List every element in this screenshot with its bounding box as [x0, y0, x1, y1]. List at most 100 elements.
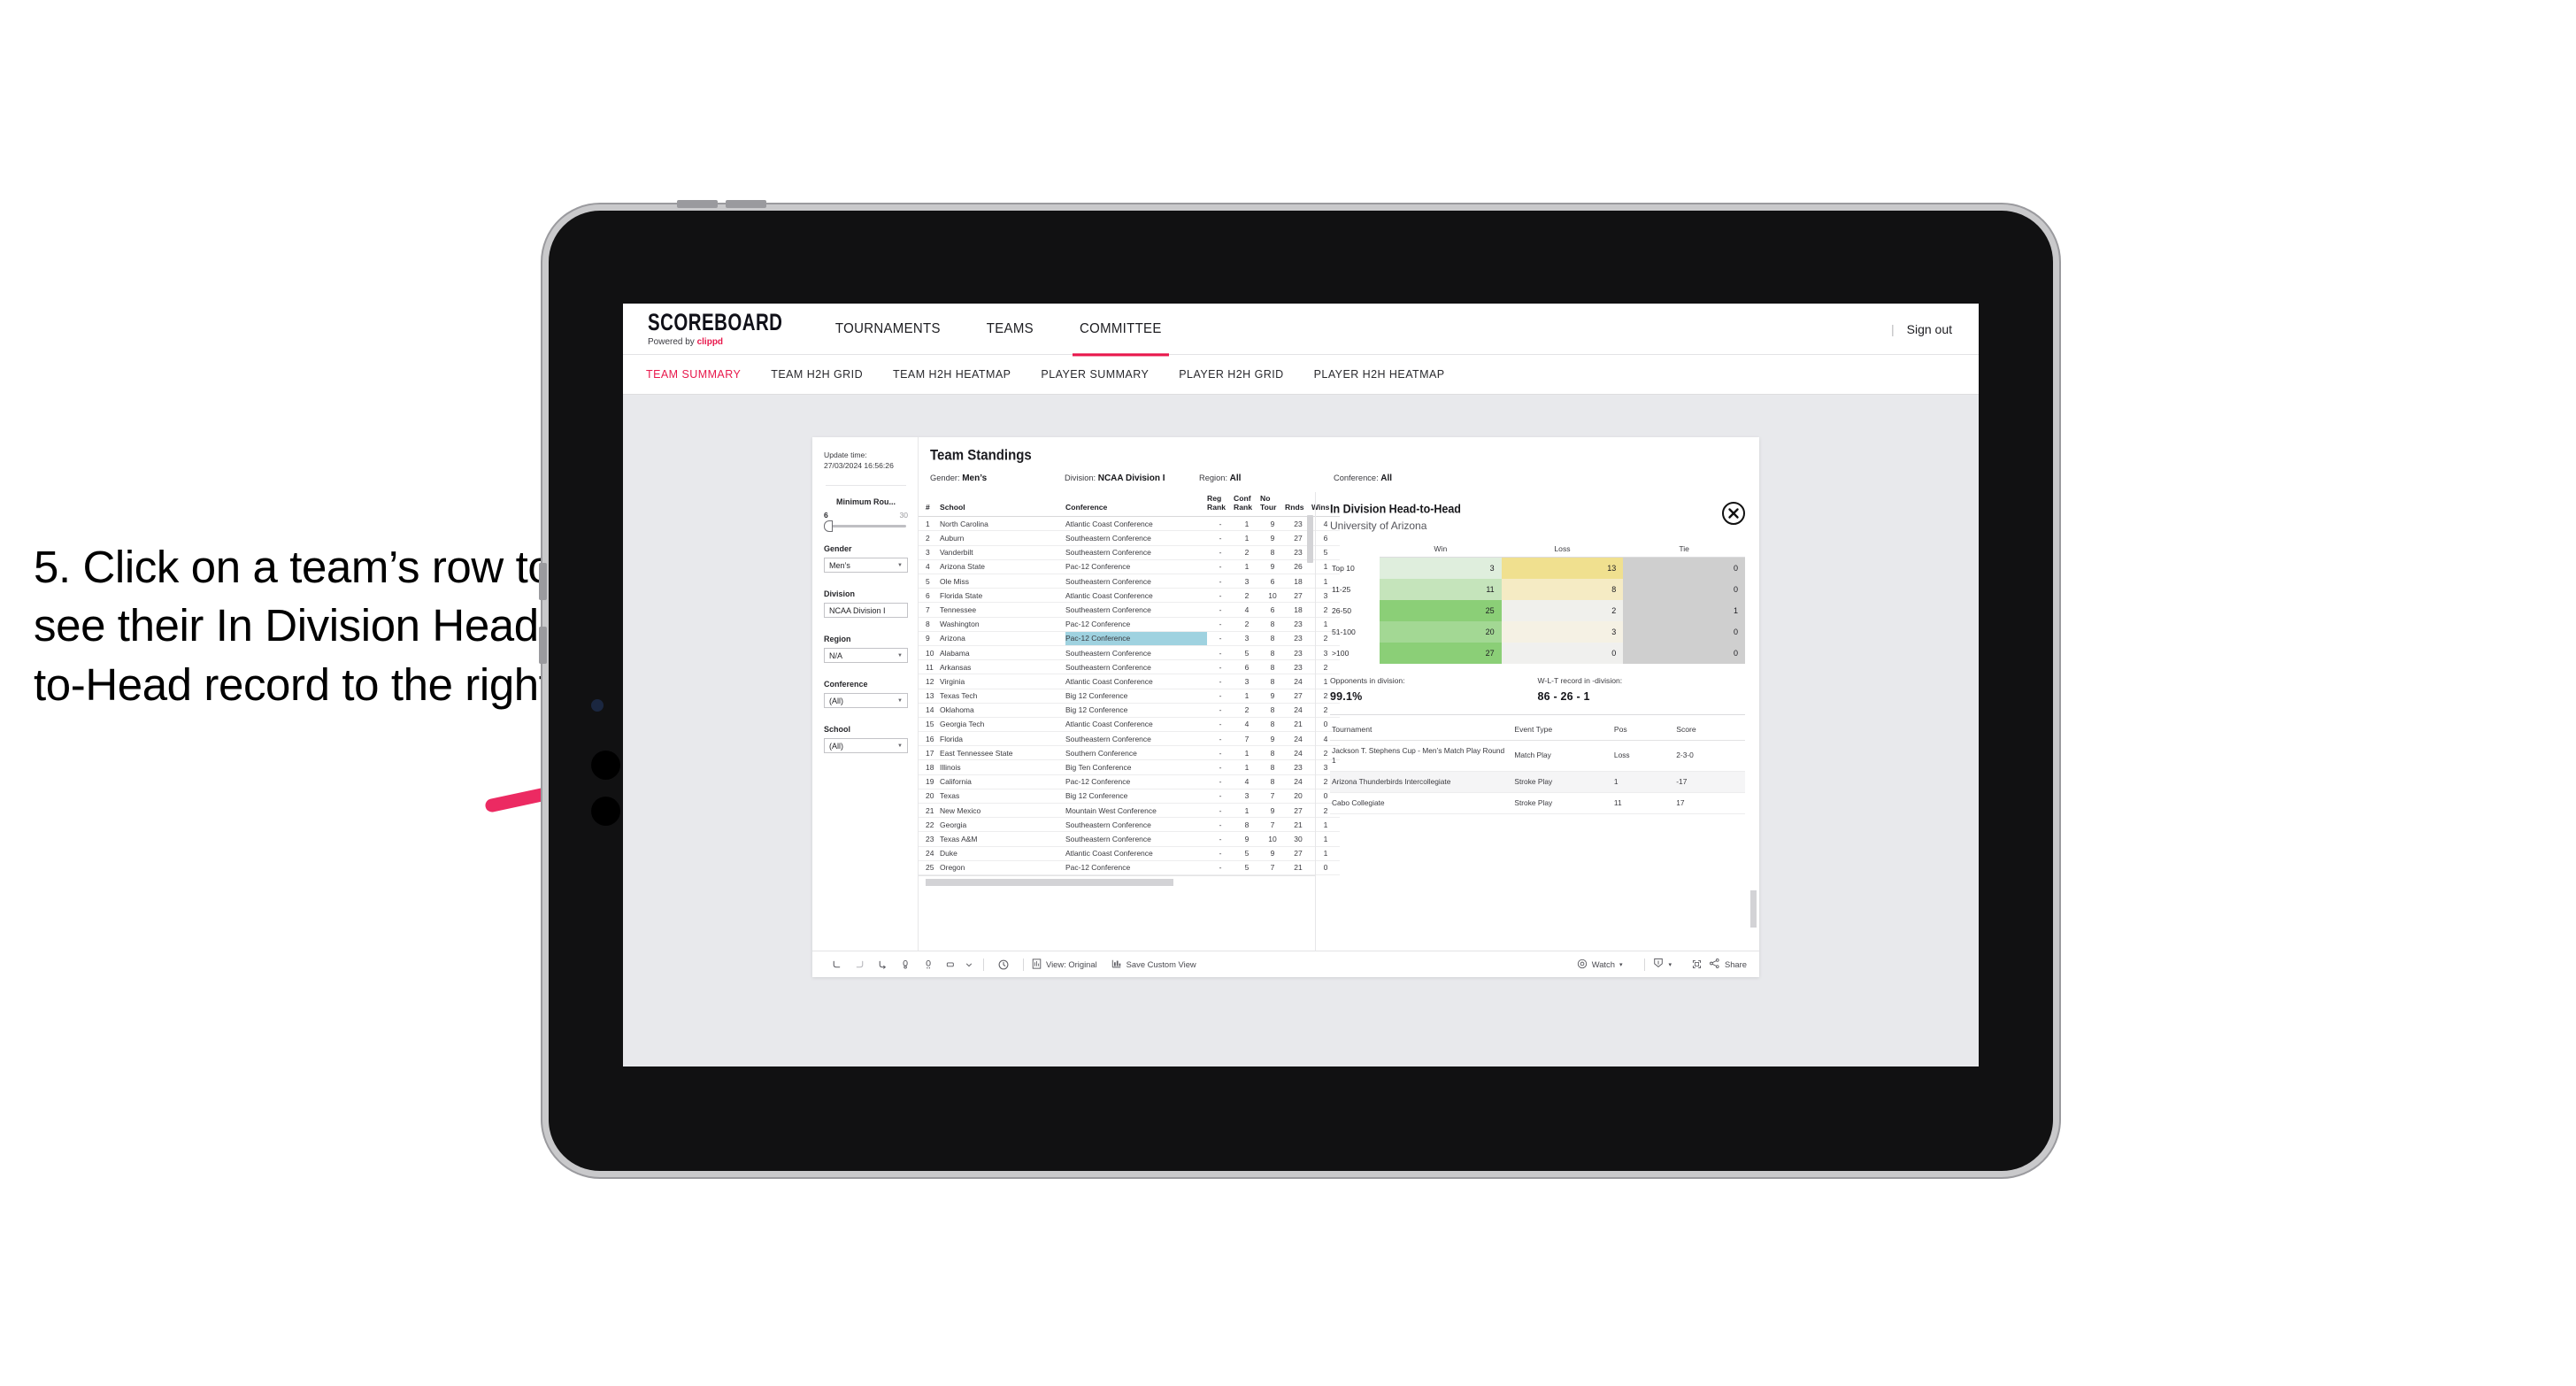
share-button[interactable]: Share [1709, 958, 1747, 971]
filter-region-select[interactable]: N/A ▼ [824, 648, 908, 664]
h2h-cell-loss[interactable]: 0 [1501, 643, 1624, 664]
tournament-row[interactable]: Arizona Thunderbirds Intercollegiate Stro… [1330, 771, 1745, 793]
h2h-cell-tie[interactable]: 0 [1623, 643, 1745, 664]
h2h-cell-win[interactable]: 25 [1380, 600, 1502, 621]
filter-minimum-rounds[interactable]: Minimum Rou... 6 30 [824, 497, 908, 532]
topnav-teams[interactable]: TEAMS [964, 304, 1057, 356]
h2h-cell-loss[interactable]: 13 [1501, 557, 1624, 579]
table-row[interactable]: 25 Oregon Pac-12 Conference -5 7 21 0 [919, 860, 1340, 875]
table-row[interactable]: 8 Washington Pac-12 Conference -2 8 23 1 [919, 617, 1340, 632]
filter-division-select[interactable]: NCAA Division I [824, 603, 908, 619]
table-row[interactable]: 24 Duke Atlantic Coast Conference -5 9 27 1 [919, 846, 1340, 861]
table-row[interactable]: 21 New Mexico Mountain West Conference -1 9 2… [919, 803, 1340, 819]
tab-player-summary[interactable]: PLAYER SUMMARY [1041, 368, 1149, 381]
h2h-cell-win[interactable]: 3 [1380, 557, 1502, 579]
view-original-button[interactable]: View: Original [1032, 958, 1097, 971]
tournament-row[interactable]: Jackson T. Stephens Cup - Men’s Match Pl… [1330, 740, 1745, 772]
topnav-committee[interactable]: COMMITTEE [1057, 304, 1185, 356]
col-rounds[interactable]: Rnds [1285, 492, 1311, 518]
filter-division[interactable]: Division NCAA Division I [824, 589, 908, 619]
h2h-cell-tie[interactable]: 0 [1623, 621, 1745, 643]
col-school[interactable]: School [940, 492, 1065, 518]
h2h-cell-tie[interactable]: 1 [1623, 600, 1745, 621]
h2h-cell-win[interactable]: 27 [1380, 643, 1502, 664]
tab-team-summary[interactable]: TEAM SUMMARY [646, 368, 741, 381]
filter-school[interactable]: School (All) ▼ [824, 725, 908, 754]
filter-school-select[interactable]: (All) ▼ [824, 738, 908, 754]
table-row[interactable]: 11 Arkansas Southeastern Conference -6 8 23 2 [919, 659, 1340, 675]
cell-conf-rank: 2 [1234, 703, 1260, 718]
filter-conference-select[interactable]: (All) ▼ [824, 693, 908, 709]
table-vertical-scrollbar[interactable] [1307, 515, 1313, 563]
tcol-score[interactable]: Score [1674, 717, 1745, 741]
topnav-tournaments[interactable]: TOURNAMENTS [812, 304, 964, 356]
revert-icon[interactable] [871, 959, 894, 970]
slider-track[interactable] [824, 520, 906, 532]
app-logo[interactable]: SCOREBOARD Powered by clippd [623, 310, 812, 347]
filter-school-value: (All) [829, 741, 843, 751]
table-row[interactable]: 10 Alabama Southeastern Conference -5 8 23 3 [919, 645, 1340, 661]
table-row[interactable]: 12 Virginia Atlantic Coast Conference -3 8 24… [919, 674, 1340, 689]
h2h-cell-loss[interactable]: 3 [1501, 621, 1624, 643]
table-row[interactable]: 3 Vanderbilt Southeastern Conference -2 8 23 5 [919, 545, 1340, 560]
col-conf-rank[interactable]: Conf Rank [1234, 492, 1260, 518]
table-row[interactable]: 18 Illinois Big Ten Conference -1 8 23 3 [919, 759, 1340, 775]
h2h-cell-loss[interactable]: 8 [1501, 579, 1624, 600]
col-no-tour[interactable]: No Tour [1260, 492, 1285, 518]
table-row[interactable]: 17 East Tennessee State Southern Conferenc… [919, 745, 1340, 761]
h2h-cell-tie[interactable]: 0 [1623, 557, 1745, 579]
h2h-cell-tie[interactable]: 0 [1623, 579, 1745, 600]
table-row[interactable]: 14 Oklahoma Big 12 Conference -2 8 24 2 [919, 703, 1340, 718]
tab-player-h2h-heatmap[interactable]: PLAYER H2H HEATMAP [1314, 368, 1445, 381]
col-conference[interactable]: Conference [1065, 492, 1207, 518]
save-custom-view-button[interactable]: Save Custom View [1111, 959, 1196, 971]
tournament-row[interactable]: Cabo Collegiate Stroke Play 11 17 [1330, 792, 1745, 814]
refresh-icon[interactable] [894, 959, 917, 970]
close-icon[interactable] [1722, 502, 1745, 525]
table-row[interactable]: 1 North Carolina Atlantic Coast Conference… [919, 516, 1340, 532]
alerts-icon[interactable] [992, 959, 1015, 971]
table-row[interactable]: 22 Georgia Southeastern Conference -8 7 21 1 [919, 817, 1340, 833]
fullscreen-icon[interactable] [1686, 959, 1709, 970]
h2h-cell-win[interactable]: 20 [1380, 621, 1502, 643]
table-row[interactable]: 16 Florida Southeastern Conference -7 9 24 4 [919, 731, 1340, 747]
tab-team-h2h-heatmap[interactable]: TEAM H2H HEATMAP [893, 368, 1011, 381]
download-button[interactable]: ▾ [1653, 958, 1672, 971]
redo-icon[interactable] [848, 959, 871, 970]
dropdown-caret-icon[interactable] [963, 961, 975, 968]
tcol-pos[interactable]: Pos [1611, 717, 1675, 741]
slider-value-high: 30 [899, 510, 908, 520]
table-row[interactable]: 13 Texas Tech Big 12 Conference -1 9 27 2 [919, 689, 1340, 704]
table-row[interactable]: 15 Georgia Tech Atlantic Coast Conference -… [919, 717, 1340, 733]
watch-icon [1577, 959, 1588, 971]
table-row[interactable]: 19 California Pac-12 Conference -4 8 24 2 [919, 774, 1340, 789]
table-row[interactable]: 5 Ole Miss Southeastern Conference -3 6 18 1 [919, 574, 1340, 589]
filter-gender-select[interactable]: Men’s ▼ [824, 558, 908, 574]
signout-link[interactable]: Sign out [1907, 322, 1952, 336]
filter-conference[interactable]: Conference (All) ▼ [824, 680, 908, 709]
table-row[interactable]: 9 Arizona Pac-12 Conference -3 8 23 2 [919, 631, 1340, 646]
table-row[interactable]: 4 Arizona State Pac-12 Conference -1 9 26 1 [919, 559, 1340, 575]
table-row[interactable]: 23 Texas A&M Southeastern Conference -9 10 30… [919, 831, 1340, 847]
table-row[interactable]: 7 Tennessee Southeastern Conference -4 6 18 2 [919, 602, 1340, 618]
table-row[interactable]: 20 Texas Big 12 Conference -3 7 20 0 [919, 789, 1340, 805]
tab-player-h2h-grid[interactable]: PLAYER H2H GRID [1179, 368, 1283, 381]
watch-button[interactable]: Watch ▾ [1577, 959, 1622, 971]
undo-icon[interactable] [825, 959, 848, 970]
h2h-cell-loss[interactable]: 2 [1501, 600, 1624, 621]
h2h-cell-win[interactable]: 11 [1380, 579, 1502, 600]
tournament-scrollbar[interactable] [1750, 890, 1757, 928]
col-reg-rank[interactable]: Reg Rank [1207, 492, 1234, 518]
tcol-tournament[interactable]: Tournament [1330, 717, 1513, 741]
filter-region[interactable]: Region N/A ▼ [824, 635, 908, 664]
highlight-icon[interactable] [940, 959, 963, 970]
tab-team-h2h-grid[interactable]: TEAM H2H GRID [771, 368, 863, 381]
col-rank[interactable]: # [919, 492, 940, 518]
table-row[interactable]: 6 Florida State Atlantic Coast Conference -… [919, 588, 1340, 604]
slider-thumb[interactable] [824, 520, 833, 532]
pause-icon[interactable] [917, 959, 940, 970]
table-row[interactable]: 2 Auburn Southeastern Conference -1 9 27 6 [919, 530, 1340, 546]
filter-gender[interactable]: Gender Men’s ▼ [824, 544, 908, 574]
tcol-event-type[interactable]: Event Type [1512, 717, 1612, 741]
table-horizontal-scrollbar[interactable] [926, 878, 1173, 886]
